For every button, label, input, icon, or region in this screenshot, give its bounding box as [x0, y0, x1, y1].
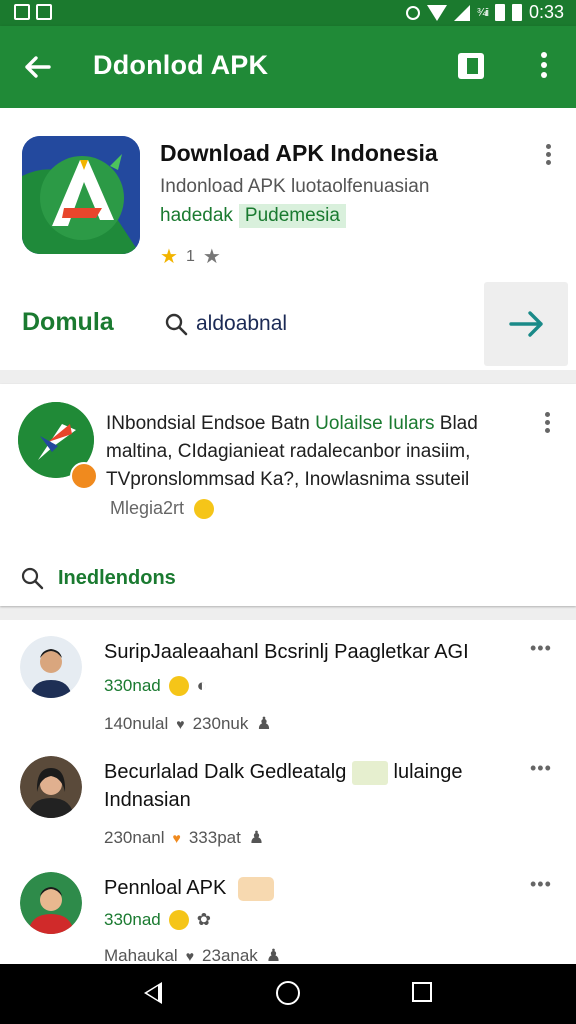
alarm-icon: [405, 5, 420, 20]
item-likes: 330nad ◐: [104, 676, 207, 696]
stat-1: 140nulal: [104, 714, 169, 733]
post-link[interactable]: Inedlendons: [20, 566, 176, 590]
list-item[interactable]: SuripJaaleaahanl Bcsrinlj Paagletkar AGI…: [0, 636, 576, 746]
arrow-right-icon: [509, 311, 543, 337]
cell-signal-icon: [453, 4, 470, 21]
post-card[interactable]: INbondsial Endsoe Batn Uolailse Iulars B…: [0, 384, 576, 606]
network-label: ¾ii: [476, 6, 489, 19]
list-item[interactable]: Becurlalad Dalk Gedleatalg lulainge Indn…: [0, 756, 576, 866]
list-item[interactable]: Pennloal APK 330nad ✿ Mahaukal ♥ 23anak …: [0, 872, 576, 966]
post-title-highlight[interactable]: Uolailse Iulars: [315, 413, 434, 434]
stat-1: Mahaukal: [104, 946, 178, 965]
post-title: INbondsial Endsoe Batn: [106, 413, 310, 434]
post-line-2: maltina, CIdagianieat radalecanbor inasi…: [106, 441, 471, 462]
flag-emoji-icon: [351, 760, 388, 785]
open-arrow-button[interactable]: [484, 282, 568, 366]
item-name-start: Becurlalad Dalk Gedleatalg: [104, 761, 347, 783]
search-icon: [165, 313, 188, 336]
star-filled-icon: ★: [160, 246, 178, 268]
item-stats: Mahaukal ♥ 23anak ♟: [104, 946, 281, 966]
feed-list: SuripJaaleaahanl Bcsrinlj Paagletkar AGI…: [0, 620, 576, 966]
item-likes: 330nad ✿: [104, 910, 211, 930]
star-outline-icon: ★: [202, 246, 221, 268]
gallery-notification-icon: [14, 4, 30, 20]
heart-icon[interactable]: ♥: [173, 830, 181, 846]
post-title-end: Blad: [439, 413, 478, 434]
post-text: INbondsial Endsoe Batn Uolailse Iulars B…: [106, 410, 516, 494]
tabs-icon[interactable]: [458, 53, 484, 79]
nav-recents-icon[interactable]: [412, 982, 432, 1002]
heart-icon[interactable]: ♥: [176, 716, 184, 732]
battery-icon: [494, 4, 505, 21]
item-name-end: lulainge: [393, 761, 463, 783]
face-emoji-icon: [237, 876, 274, 901]
item-name: SuripJaaleaahanl Bcsrinlj Paagletkar AGI: [104, 641, 469, 663]
heart-icon[interactable]: ♥: [186, 948, 194, 964]
item-stats: 230nanl ♥ 333pat ♟: [104, 828, 264, 848]
app-subtitle: Indonload APK luotaolfenuasian: [160, 176, 430, 197]
item-more-icon[interactable]: •••: [530, 874, 552, 895]
search-chip[interactable]: aldoabnal: [164, 312, 287, 336]
reaction-icon[interactable]: ◐: [197, 676, 207, 696]
developer-name[interactable]: hadedak: [160, 205, 233, 226]
nav-back-icon[interactable]: [144, 982, 162, 1004]
app-developer: hadedak Pudemesia: [160, 204, 346, 228]
app-info-card: Download APK Indonesia Indonload APK luo…: [0, 108, 576, 370]
notification-badge-icon: [70, 462, 98, 490]
likes-count: 330nad: [104, 910, 161, 929]
post-line-3: TVpronslommsad Ka?, Inowlasnima ssuteil: [106, 469, 470, 490]
stat-2: 333pat: [188, 828, 241, 847]
thumbs-emoji-icon: [194, 498, 215, 519]
search-icon: [21, 567, 44, 590]
item-stats: 140nulal ♥ 230nuk ♟: [104, 714, 272, 734]
person-icon: ♟: [248, 828, 265, 847]
nav-home-icon[interactable]: [276, 981, 300, 1005]
app-more-icon[interactable]: [544, 144, 552, 166]
stat-2: 23anak: [202, 946, 258, 965]
avatar[interactable]: [20, 872, 82, 934]
person-icon: ♟: [265, 946, 282, 965]
back-arrow-icon[interactable]: [22, 52, 52, 82]
navigation-bar: [0, 964, 576, 1024]
app-notification-icon: [36, 4, 52, 20]
person-icon: ♟: [256, 714, 272, 733]
stat-2: 230nuk: [192, 714, 249, 733]
item-name: Pennloal APK: [104, 874, 524, 902]
avatar[interactable]: [20, 636, 82, 698]
post-more-icon[interactable]: [543, 412, 551, 434]
download-button[interactable]: Domula: [22, 308, 114, 337]
avatar[interactable]: [20, 756, 82, 818]
status-bar: ¾ii 0:33: [0, 0, 576, 26]
post-link-label: Inedlendons: [58, 566, 176, 589]
item-more-icon[interactable]: •••: [530, 638, 552, 659]
wifi-icon: [426, 4, 447, 21]
rating-count: 1: [185, 247, 195, 265]
reaction-icon[interactable]: ✿: [197, 910, 211, 930]
app-bar: Ddonlod APK: [0, 26, 576, 108]
battery-icon-2: [511, 4, 522, 21]
page-title: Ddonlod APK: [93, 50, 269, 80]
app-name: Download APK Indonesia: [160, 140, 438, 166]
post-meta: Mlegia2rt: [110, 498, 215, 519]
search-chip-label: aldoabnal: [196, 312, 288, 335]
item-name-text: Pennloal APK: [104, 877, 227, 899]
smile-emoji-icon: [168, 676, 189, 696]
smile-emoji-icon: [168, 910, 189, 930]
overflow-menu-icon[interactable]: [536, 52, 552, 82]
post-source: Mlegia2rt: [110, 498, 185, 518]
item-name: Becurlalad Dalk Gedleatalg lulainge Indn…: [104, 758, 524, 814]
app-logo-icon[interactable]: [22, 136, 140, 254]
stat-1: 230nanl: [104, 828, 165, 847]
item-name-line-2: Indnasian: [104, 789, 191, 811]
category-tag[interactable]: Pudemesia: [238, 204, 346, 228]
clock: 0:33: [528, 2, 564, 22]
item-more-icon[interactable]: •••: [530, 758, 552, 779]
rating-row: ★ 1 ★: [160, 244, 221, 269]
likes-count: 330nad: [104, 676, 161, 695]
